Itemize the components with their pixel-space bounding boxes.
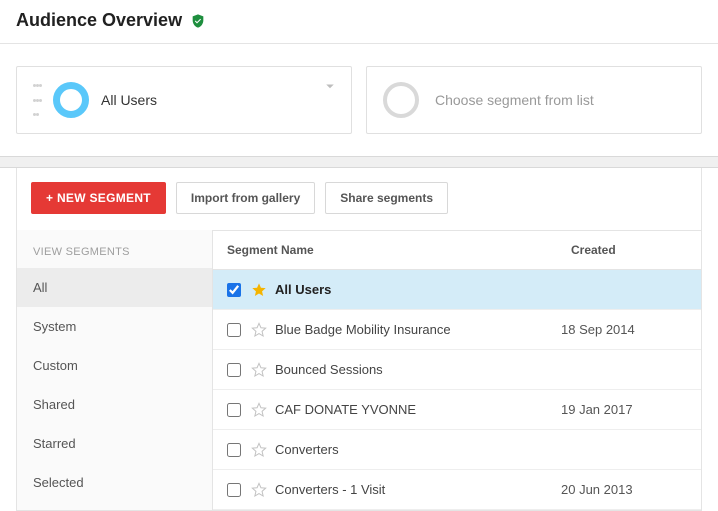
table-header-row: Segment Name Created — [213, 230, 701, 270]
sidebar-item-shared[interactable]: Shared — [17, 385, 212, 424]
row-checkbox[interactable] — [227, 443, 241, 457]
table-row[interactable]: CAF DONATE YVONNE19 Jan 2017 — [213, 390, 701, 430]
segment-selector-row: All Users Choose segment from list — [0, 44, 718, 156]
row-created: 20 Jun 2013 — [561, 482, 691, 497]
row-name: All Users — [275, 282, 561, 297]
import-gallery-button[interactable]: Import from gallery — [176, 182, 315, 214]
row-checkbox[interactable] — [227, 323, 241, 337]
star-outline-icon[interactable] — [251, 402, 267, 418]
col-created[interactable]: Created — [561, 231, 701, 269]
sidebar: VIEW SEGMENTS AllSystemCustomSharedStarr… — [17, 230, 212, 510]
table-row[interactable]: Converters — [213, 430, 701, 470]
divider-band — [0, 156, 718, 168]
empty-segment-circle-icon — [383, 82, 419, 118]
row-checkbox[interactable] — [227, 283, 241, 297]
drag-handle-icon[interactable] — [33, 84, 43, 116]
new-segment-button[interactable]: + NEW SEGMENT — [31, 182, 166, 214]
choose-segment-placeholder: Choose segment from list — [435, 92, 594, 108]
page-header: Audience Overview — [0, 0, 718, 44]
toolbar: + NEW SEGMENT Import from gallery Share … — [17, 168, 701, 230]
row-name: Blue Badge Mobility Insurance — [275, 322, 561, 337]
current-segment-label: All Users — [101, 92, 157, 108]
col-segment-name[interactable]: Segment Name — [213, 231, 561, 269]
segments-panel: + NEW SEGMENT Import from gallery Share … — [16, 168, 702, 511]
star-outline-icon[interactable] — [251, 322, 267, 338]
sidebar-item-custom[interactable]: Custom — [17, 346, 212, 385]
segments-grid: VIEW SEGMENTS AllSystemCustomSharedStarr… — [17, 230, 701, 510]
star-outline-icon[interactable] — [251, 362, 267, 378]
share-segments-button[interactable]: Share segments — [325, 182, 448, 214]
chevron-down-icon[interactable] — [321, 77, 339, 95]
current-segment-box[interactable]: All Users — [16, 66, 352, 134]
row-name: Converters - 1 Visit — [275, 482, 561, 497]
choose-segment-box[interactable]: Choose segment from list — [366, 66, 702, 134]
sidebar-item-all[interactable]: All — [17, 268, 212, 307]
table-row[interactable]: Blue Badge Mobility Insurance18 Sep 2014 — [213, 310, 701, 350]
sidebar-item-selected[interactable]: Selected — [17, 463, 212, 502]
row-checkbox[interactable] — [227, 483, 241, 497]
sidebar-title: VIEW SEGMENTS — [17, 230, 212, 268]
star-outline-icon[interactable] — [251, 482, 267, 498]
row-name: Converters — [275, 442, 561, 457]
row-created: 19 Jan 2017 — [561, 402, 691, 417]
star-outline-icon[interactable] — [251, 442, 267, 458]
table-row[interactable]: Converters - 1 Visit20 Jun 2013 — [213, 470, 701, 510]
sidebar-item-system[interactable]: System — [17, 307, 212, 346]
star-filled-icon[interactable] — [251, 282, 267, 298]
sidebar-item-starred[interactable]: Starred — [17, 424, 212, 463]
page-title: Audience Overview — [16, 10, 182, 31]
table-row[interactable]: Bounced Sessions — [213, 350, 701, 390]
row-checkbox[interactable] — [227, 403, 241, 417]
verified-shield-icon — [190, 13, 206, 29]
row-name: CAF DONATE YVONNE — [275, 402, 561, 417]
row-checkbox[interactable] — [227, 363, 241, 377]
row-name: Bounced Sessions — [275, 362, 561, 377]
segment-table: Segment Name Created All Users Blue Badge… — [212, 230, 701, 510]
table-row[interactable]: All Users — [213, 270, 701, 310]
segment-circle-icon — [53, 82, 89, 118]
row-created: 18 Sep 2014 — [561, 322, 691, 337]
